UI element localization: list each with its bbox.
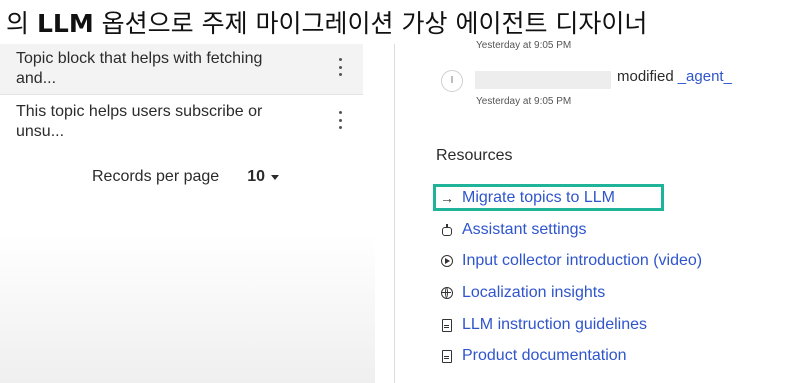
resource-link-label: Localization insights (462, 284, 606, 301)
document-icon (440, 317, 454, 333)
topic-description: Topic block that helps with fetching and… (16, 50, 263, 87)
arrow-right-icon: → (440, 190, 454, 206)
records-per-page-select[interactable]: 10 (247, 168, 265, 186)
caption-suffix: 옵션으로 주제 마이그레이션 가상 에이전트 디자이너 (93, 9, 648, 38)
caption-prefix: 의 (6, 9, 37, 38)
kebab-icon[interactable] (335, 58, 345, 76)
caption-strong: LLM (36, 9, 94, 38)
resource-link-llm-guidelines[interactable]: LLM instruction guidelines (440, 315, 647, 335)
resource-link-label: LLM instruction guidelines (462, 316, 647, 333)
redacted-name (475, 71, 611, 89)
topic-row[interactable]: Topic block that helps with fetching and… (0, 44, 363, 94)
resources-heading: Resources (436, 147, 513, 164)
robot-icon (440, 222, 454, 238)
panel-fade (0, 234, 375, 383)
row-divider (0, 94, 363, 95)
document-icon (440, 348, 454, 364)
activity-action: modified (617, 68, 674, 85)
records-per-page-label: Records per page (92, 168, 220, 185)
records-per-page: Records per page 10 (92, 168, 279, 186)
resource-link-label: Migrate topics to LLM (462, 189, 615, 206)
resource-link-migrate-topics[interactable]: → Migrate topics to LLM (440, 188, 615, 208)
resource-link-assistant-settings[interactable]: Assistant settings (440, 220, 587, 240)
resource-link-input-collector[interactable]: Input collector introduction (video) (440, 251, 702, 271)
topic-description: This topic helps users subscribe or unsu… (16, 103, 263, 140)
resource-link-label: Product documentation (462, 347, 627, 364)
topic-row[interactable]: This topic helps users subscribe or unsu… (0, 97, 363, 147)
topics-list-panel: Topic block that helps with fetching and… (0, 44, 375, 383)
caption-banner: 의 LLM 옵션으로 주제 마이그레이션 가상 에이전트 디자이너 (6, 4, 647, 44)
resource-link-label: Assistant settings (462, 221, 587, 238)
resource-link-label: Input collector introduction (video) (462, 252, 703, 269)
avatar: I (441, 70, 463, 92)
panel-divider (394, 44, 395, 383)
play-circle-icon (440, 253, 454, 269)
caret-down-icon[interactable] (270, 174, 279, 180)
resource-link-product-docs[interactable]: Product documentation (440, 346, 627, 366)
activity-entry: modified _agent_ (617, 68, 732, 85)
resource-link-localization[interactable]: Localization insights (440, 283, 605, 303)
activity-timestamp-top: Yesterday at 9:05 PM (476, 40, 572, 51)
globe-icon (440, 285, 454, 301)
agent-link[interactable]: _agent_ (678, 68, 732, 85)
activity-timestamp: Yesterday at 9:05 PM (476, 96, 572, 107)
kebab-icon[interactable] (335, 111, 345, 129)
